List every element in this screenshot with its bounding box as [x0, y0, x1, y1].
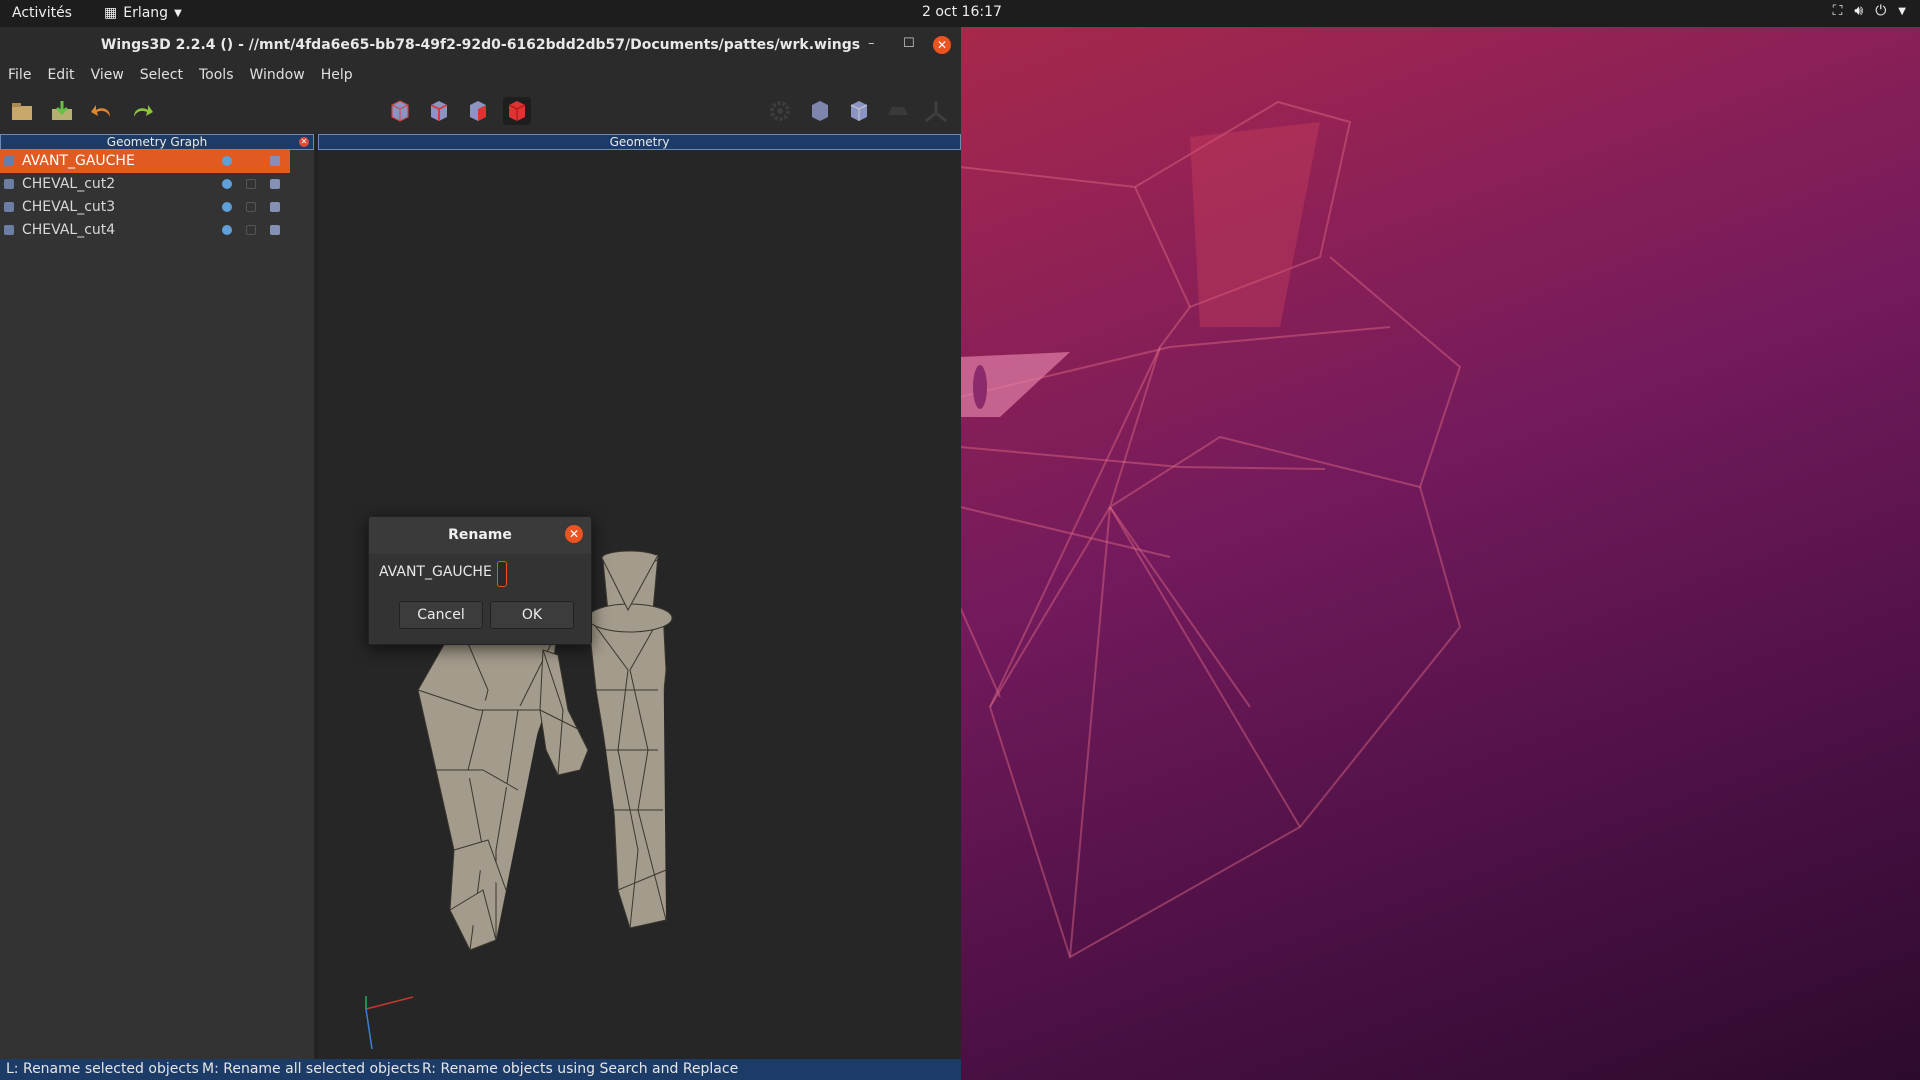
app-icon: ▦ — [104, 5, 118, 21]
body-select-icon[interactable] — [503, 97, 531, 125]
top-panel: Activités ▦ Erlang ▼ 2 oct 16:17 ⛶ 🔊︎ ⏻ … — [0, 0, 1920, 27]
visibility-icon[interactable] — [222, 179, 232, 189]
minimize-button[interactable]: – — [868, 36, 875, 51]
cancel-button[interactable]: Cancel — [399, 601, 483, 629]
status-middle-hint: M: Rename all selected objects — [202, 1061, 420, 1077]
close-button[interactable]: ✕ — [933, 36, 951, 54]
system-tray[interactable]: ⛶ 🔊︎ ⏻ ▼ — [1833, 3, 1906, 19]
axes-icon[interactable] — [922, 97, 950, 125]
ok-button[interactable]: OK — [490, 601, 574, 629]
toolbar — [0, 89, 961, 133]
object-icon — [4, 179, 14, 189]
activities-button[interactable]: Activités — [12, 5, 72, 21]
menu-view[interactable]: View — [91, 64, 132, 89]
object-row[interactable]: CHEVAL_cut2 — [0, 173, 314, 196]
menu-bar: File Edit View Select Tools Window Help — [0, 64, 961, 89]
wireframe-toggle-icon[interactable] — [270, 179, 280, 189]
vertex-select-icon[interactable] — [386, 97, 414, 125]
menu-tools[interactable]: Tools — [199, 64, 242, 89]
geometry-title: Geometry — [609, 135, 670, 149]
dialog-title: Rename — [448, 527, 512, 543]
lock-icon[interactable] — [246, 179, 256, 189]
face-select-icon[interactable] — [464, 97, 492, 125]
window-titlebar[interactable]: Wings3D 2.2.4 () - //mnt/4fda6e65-bb78-4… — [0, 27, 961, 64]
wireframe-icon[interactable] — [845, 97, 873, 125]
volume-icon: 🔊︎ — [1854, 3, 1864, 19]
app-menu[interactable]: ▦ Erlang ▼ — [104, 5, 182, 21]
menu-help[interactable]: Help — [321, 64, 361, 89]
wings3d-window: Wings3D 2.2.4 () - //mnt/4fda6e65-bb78-4… — [0, 27, 961, 1080]
wireframe-toggle-icon[interactable] — [270, 156, 280, 166]
visibility-icon[interactable] — [222, 225, 232, 235]
close-icon[interactable]: ✕ — [565, 525, 583, 543]
geometry-header: Geometry — [318, 134, 961, 150]
lock-icon[interactable] — [246, 225, 256, 235]
window-title: Wings3D 2.2.4 () - //mnt/4fda6e65-bb78-4… — [100, 37, 861, 53]
chevron-down-icon: ▼ — [1898, 5, 1906, 17]
status-bar: L: Rename selected objects M: Rename all… — [0, 1059, 961, 1080]
menu-file[interactable]: File — [8, 64, 39, 89]
status-right-hint: R: Rename objects using Search and Repla… — [422, 1061, 739, 1077]
smooth-preview-icon[interactable] — [806, 97, 834, 125]
rename-dialog: Rename ✕ AVANT_GAUCHE Cancel OK — [368, 516, 592, 645]
object-name: CHEVAL_cut3 — [22, 199, 116, 215]
object-row[interactable]: CHEVAL_cut3 — [0, 196, 314, 219]
menu-window[interactable]: Window — [250, 64, 313, 89]
network-icon: ⛶ — [1832, 3, 1843, 19]
object-name: CHEVAL_cut4 — [22, 222, 116, 238]
lock-icon[interactable] — [246, 202, 256, 212]
redo-icon[interactable] — [128, 97, 156, 125]
chevron-down-icon: ▼ — [174, 7, 182, 19]
maximize-button[interactable]: ☐ — [903, 36, 915, 51]
menu-select[interactable]: Select — [140, 64, 191, 89]
perspective-icon[interactable] — [884, 97, 912, 125]
object-icon — [4, 225, 14, 235]
object-name: CHEVAL_cut2 — [22, 176, 116, 192]
object-icon — [4, 156, 14, 166]
dialog-body: AVANT_GAUCHE Cancel OK — [369, 554, 591, 644]
undo-icon[interactable] — [88, 97, 116, 125]
status-left-hint: L: Rename selected objects — [6, 1061, 199, 1077]
wallpaper-cat-lines — [960, 100, 1462, 959]
menu-edit[interactable]: Edit — [47, 64, 82, 89]
close-icon[interactable]: ✕ — [299, 137, 309, 147]
save-file-icon[interactable] — [48, 97, 76, 125]
geometry-graph-header: Geometry Graph ✕ — [0, 134, 314, 150]
clock[interactable]: 2 oct 16:17 — [922, 4, 1002, 20]
object-icon — [4, 202, 14, 212]
wireframe-toggle-icon[interactable] — [270, 202, 280, 212]
object-name: AVANT_GAUCHE — [22, 153, 135, 169]
gear-icon[interactable] — [766, 97, 794, 125]
geometry-graph-title: Geometry Graph — [106, 135, 208, 149]
geometry-graph-panel: Geometry Graph ✕ AVANT_GAUCHE CHEVAL_cut… — [0, 134, 314, 1059]
open-file-icon[interactable] — [8, 97, 36, 125]
rename-input[interactable] — [497, 561, 507, 587]
object-row[interactable]: AVANT_GAUCHE — [0, 150, 290, 173]
dialog-object-label: AVANT_GAUCHE — [379, 564, 492, 580]
edge-select-icon[interactable] — [425, 97, 453, 125]
app-name: Erlang — [123, 5, 169, 21]
object-row[interactable]: CHEVAL_cut4 — [0, 219, 314, 242]
power-icon: ⏻ — [1875, 3, 1887, 19]
visibility-icon[interactable] — [222, 156, 232, 166]
visibility-icon[interactable] — [222, 202, 232, 212]
wireframe-toggle-icon[interactable] — [270, 225, 280, 235]
